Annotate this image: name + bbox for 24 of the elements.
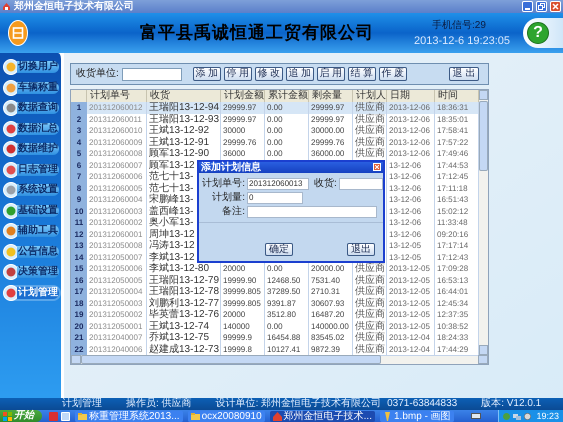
row-number: 1 — [71, 102, 87, 114]
field-label: 收货单位: — [76, 68, 119, 80]
row-number: 19 — [71, 309, 87, 322]
field-label: 收货: — [314, 178, 337, 190]
row-number: 21 — [71, 332, 87, 344]
status-text: 设计单位: 郑州金恒电子技术有限公司 — [216, 398, 382, 410]
company-title: 富平县禹诚恒通工贸有限公司 — [140, 22, 374, 44]
status-text: 操作员: 供应商 — [126, 398, 192, 410]
row-number: 15 — [71, 263, 87, 276]
status-text: 0371-63844833 — [387, 398, 458, 410]
row-number: 5 — [71, 148, 87, 160]
row-number: 13 — [71, 240, 87, 252]
signal-label: 手机信号:29 — [432, 20, 486, 30]
row-number: 3 — [71, 125, 87, 138]
status-text: 计划管理 — [62, 398, 102, 410]
row-number: 11 — [71, 217, 87, 230]
row-number: 9 — [71, 194, 87, 206]
field-label: 备注: — [221, 206, 245, 218]
status-text: 版本: V12.0.1 — [481, 398, 542, 410]
row-number: 7 — [71, 171, 87, 184]
clock: 19:23 — [536, 410, 559, 422]
row-number: 17 — [71, 286, 87, 298]
date-time: 2013-12-6 19:23:05 — [414, 34, 510, 46]
window-title: 郑州金恒电子技术有限公司 — [14, 0, 134, 12]
